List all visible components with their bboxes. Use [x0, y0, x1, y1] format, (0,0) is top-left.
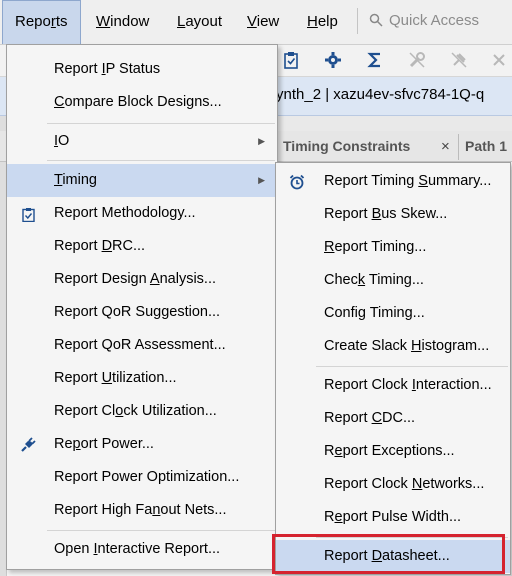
menu-item-config-timing[interactable]: Config Timing...	[276, 297, 510, 330]
menu-separator	[316, 366, 508, 367]
menu-item-report-pulse-width[interactable]: Report Pulse Width...	[276, 501, 510, 534]
quick-access-placeholder: Quick Access	[389, 11, 480, 29]
menu-item-report-qor-assessment[interactable]: Report QoR Assessment...	[7, 329, 277, 362]
menu-view[interactable]: View	[235, 0, 291, 44]
menu-item-report-bus-skew[interactable]: Report Bus Skew...	[276, 198, 510, 231]
tab-timing-constraints[interactable]: Timing Constraints	[283, 131, 410, 161]
menu-item-report-timing-summary[interactable]: Report Timing Summary...	[276, 165, 510, 198]
power-plug-icon	[19, 436, 37, 454]
menu-item-report-drc[interactable]: Report DRC...	[7, 230, 277, 263]
menu-item-report-design-analysis[interactable]: Report Design Analysis...	[7, 263, 277, 296]
menu-window[interactable]: Window	[84, 0, 161, 44]
tab-divider	[458, 134, 459, 160]
menu-item-report-timing[interactable]: Report Timing...	[276, 231, 510, 264]
clipboard-check-icon	[19, 205, 37, 223]
menu-item-check-timing[interactable]: Check Timing...	[276, 264, 510, 297]
menubar-divider	[357, 8, 358, 34]
menu-item-report-power[interactable]: Report Power...	[7, 428, 277, 461]
submenu-arrow-icon: ▶	[258, 136, 265, 146]
menu-item-open-interactive-report[interactable]: Open Interactive Report...	[7, 533, 277, 566]
gear-icon[interactable]	[322, 49, 344, 71]
alarm-clock-icon	[288, 173, 306, 191]
sigma-icon[interactable]	[364, 49, 386, 71]
menu-item-io[interactable]: IO ▶	[7, 125, 277, 158]
checklist-icon[interactable]	[280, 49, 302, 71]
close-disabled-icon[interactable]	[488, 49, 510, 71]
menu-item-report-qor-suggestion[interactable]: Report QoR Suggestion...	[7, 296, 277, 329]
menu-item-report-utilization[interactable]: Report Utilization...	[7, 362, 277, 395]
submenu-arrow-icon: ▶	[258, 175, 265, 185]
menu-reports[interactable]: Reports	[2, 0, 81, 44]
quick-access-search[interactable]: Quick Access	[361, 4, 512, 36]
menu-item-report-clock-utilization[interactable]: Report Clock Utilization...	[7, 395, 277, 428]
search-icon	[369, 13, 383, 27]
menu-item-timing[interactable]: Timing ▶	[7, 164, 277, 197]
menu-item-report-power-optimization[interactable]: Report Power Optimization...	[7, 461, 277, 494]
menu-item-report-ip-status[interactable]: Report IP Status	[7, 53, 277, 86]
reports-menu: Report IP Status Compare Block Designs..…	[6, 44, 278, 570]
wrench-disabled-icon[interactable]	[406, 49, 428, 71]
menu-bar: Reports Window Layout View Help Quick Ac…	[0, 0, 512, 45]
pin-disabled-icon[interactable]	[448, 49, 470, 71]
menu-item-report-clock-interaction[interactable]: Report Clock Interaction...	[276, 369, 510, 402]
menu-help[interactable]: Help	[295, 0, 350, 44]
menu-item-report-high-fanout-nets[interactable]: Report High Fanout Nets...	[7, 494, 277, 527]
project-info-text: ynth_2 | xazu4ev-sfvc784-1Q-q	[276, 86, 485, 103]
close-icon[interactable]: ×	[441, 131, 450, 163]
menu-item-report-exceptions[interactable]: Report Exceptions...	[276, 435, 510, 468]
menu-separator	[47, 123, 275, 124]
menu-layout[interactable]: Layout	[165, 0, 234, 44]
menu-separator	[47, 530, 275, 531]
callout-highlight-box	[272, 534, 505, 574]
timing-submenu: Report Timing Summary... Report Bus Skew…	[275, 162, 511, 575]
menu-item-create-slack-histogram[interactable]: Create Slack Histogram...	[276, 330, 510, 363]
menu-separator	[47, 160, 275, 161]
menu-item-report-cdc[interactable]: Report CDC...	[276, 402, 510, 435]
tab-path-1[interactable]: Path 1	[465, 131, 507, 161]
menu-item-report-clock-networks[interactable]: Report Clock Networks...	[276, 468, 510, 501]
menu-item-compare-block-designs[interactable]: Compare Block Designs...	[7, 86, 277, 119]
menu-item-report-methodology[interactable]: Report Methodology...	[7, 197, 277, 230]
